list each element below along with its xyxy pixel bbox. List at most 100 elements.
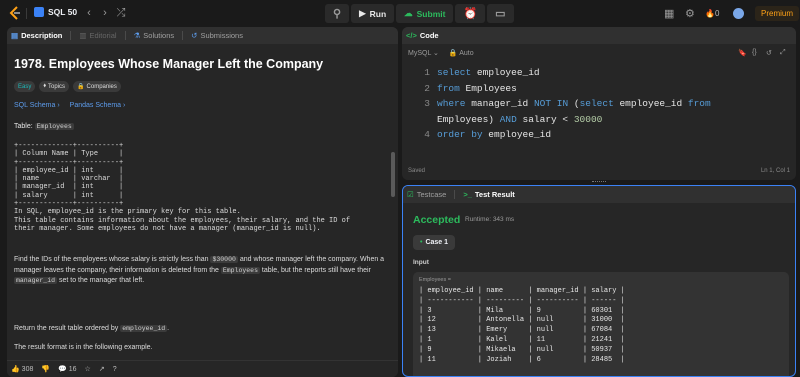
bug-icon: ⚲	[333, 8, 342, 20]
checkbox-icon: ☑	[407, 190, 414, 199]
braces-icon[interactable]: {}	[752, 49, 757, 56]
like-count: 308	[21, 366, 34, 373]
tag-icon: ⬧	[43, 83, 47, 89]
tab-submissions-label: Submissions	[200, 31, 243, 40]
tab-testcase[interactable]: ☑ Testcase	[407, 190, 446, 199]
sql-schema-label: SQL Schema	[14, 102, 56, 109]
premium-button[interactable]: Premium	[755, 6, 800, 21]
editorial-icon: ▥	[79, 31, 87, 40]
scrollbar[interactable]	[391, 152, 395, 197]
pandas-schema-link[interactable]: Pandas Schema ›	[70, 102, 126, 109]
text: Find the IDs of the employees whose sala…	[14, 256, 211, 263]
companies-label: Companies	[86, 83, 117, 90]
prev-problem-icon[interactable]: ‹	[82, 6, 96, 20]
description-footer: 👍 308 👎 💬 16 ☆ ↗ ?	[7, 360, 398, 377]
description-icon: ▤	[11, 31, 19, 40]
text: set to the manager that left.	[57, 277, 145, 284]
fullscreen-icon[interactable]: ⤢	[780, 49, 786, 57]
lock-icon: 🔒	[448, 49, 458, 57]
chevron-right-icon: ›	[123, 102, 126, 109]
tab-code[interactable]: </> Code	[406, 31, 439, 40]
avatar[interactable]	[733, 8, 744, 19]
notes-button[interactable]: ▭	[487, 4, 514, 23]
streak-counter[interactable]: 🔥 0	[705, 5, 719, 21]
lock-icon: 🔒	[77, 84, 85, 90]
sql-schema-link[interactable]: SQL Schema ›	[14, 102, 60, 109]
editor-toolbar: MySQL ⌄ 🔒 Auto 🔖 {} ↺ ⤢	[402, 44, 796, 61]
comment-count: 16	[68, 366, 77, 373]
layout-grid-icon[interactable]: ▦	[664, 5, 674, 21]
run-label: Run	[369, 8, 387, 19]
code-line: select employee_id	[437, 67, 540, 78]
next-problem-icon[interactable]: ›	[98, 6, 112, 20]
debug-button[interactable]: ⚲	[325, 4, 350, 23]
text: table, but the reports still have their	[259, 266, 371, 274]
inline-code: $30000	[210, 256, 238, 263]
editor-status: Saved Ln 1, Col 1	[408, 168, 790, 174]
code-panel: </> Code MySQL ⌄ 🔒 Auto 🔖 {} ↺ ⤢ 1 2 3 4 …	[402, 27, 796, 180]
schema-links: SQL Schema › Pandas Schema ›	[14, 102, 125, 109]
tab-solutions-label: Solutions	[143, 31, 175, 40]
line-number: 4	[424, 129, 430, 140]
case-label: Case 1	[425, 239, 449, 246]
tab-submissions[interactable]: ↺ Submissions	[191, 31, 243, 40]
submit-button[interactable]: ☁ Submit	[396, 4, 454, 23]
description-panel: ▤ Description ▥ Editorial ⚗ Solutions ↺ Subm…	[7, 27, 398, 377]
input-label: Input	[413, 259, 429, 266]
line-number: 3	[424, 98, 430, 109]
schema-block: +-------------+----------+ | Column Name…	[14, 142, 351, 233]
tab-test-result-label: Test Result	[474, 190, 515, 199]
input-name: Employees =	[419, 277, 451, 283]
like-button[interactable]: 👍 308	[11, 365, 33, 373]
shuffle-icon[interactable]: ⤮	[114, 6, 128, 20]
run-button[interactable]: ▶ Run	[351, 4, 395, 23]
case-1-button[interactable]: • Case 1	[413, 235, 456, 250]
topics-chip[interactable]: ⬧ Topics	[39, 81, 70, 92]
divider	[124, 31, 126, 40]
line-number: 2	[424, 82, 430, 94]
tab-test-result[interactable]: >_ Test Result	[463, 190, 514, 199]
result-panel: ☑ Testcase >_ Test Result Accepted Runtime…	[402, 185, 796, 377]
streak-value: 0	[714, 8, 720, 18]
input-table: | employee_id | name | manager_id | sala…	[419, 287, 625, 364]
input-box: Employees = | employee_id | name | manag…	[413, 272, 789, 376]
problem-chips: Easy ⬧ Topics 🔒 Companies	[14, 81, 121, 92]
divider	[70, 31, 72, 40]
history-icon: ↺	[191, 31, 198, 40]
language-select[interactable]: MySQL ⌄	[408, 49, 439, 57]
tab-solutions[interactable]: ⚗ Solutions	[134, 31, 175, 40]
table-name-code: Employees	[34, 123, 74, 130]
settings-gear-icon[interactable]: ⚙	[685, 5, 695, 21]
share-icon[interactable]: ↗	[99, 365, 105, 373]
companies-chip[interactable]: 🔒 Companies	[73, 81, 121, 92]
reset-icon[interactable]: ↺	[766, 49, 772, 57]
panel-resize-handle[interactable]	[592, 181, 606, 184]
problem-title: 1978. Employees Whose Manager Left the C…	[14, 57, 324, 71]
bookmark-icon[interactable]: 🔖	[738, 49, 747, 57]
problem-list-label: SQL 50	[48, 7, 78, 17]
note-icon: ▭	[495, 8, 506, 20]
description-paragraph: Find the IDs of the employees whose sala…	[14, 255, 389, 287]
pandas-schema-label: Pandas Schema	[69, 102, 122, 109]
comments-button[interactable]: 💬 16	[58, 365, 76, 373]
inline-code: employee_id	[120, 325, 168, 332]
inline-code: Employees	[220, 266, 260, 274]
saved-status: Saved	[408, 168, 426, 174]
help-icon[interactable]: ?	[113, 366, 117, 373]
problem-list-button[interactable]: SQL 50	[34, 7, 77, 17]
tab-description[interactable]: ▤ Description	[11, 31, 62, 40]
order-paragraph: Return the result table ordered by emplo…	[14, 324, 389, 335]
timer-button[interactable]: ⏰	[455, 4, 486, 23]
topics-label: Topics	[48, 83, 66, 90]
chevron-down-icon: ⌄	[433, 49, 439, 57]
tab-editorial[interactable]: ▥ Editorial	[79, 31, 116, 40]
divider	[182, 31, 184, 40]
code-tabs: </> Code	[402, 27, 796, 44]
code-icon: </>	[406, 31, 417, 40]
star-icon[interactable]: ☆	[85, 365, 91, 373]
result-tabs: ☑ Testcase >_ Test Result	[403, 186, 795, 203]
auto-toggle[interactable]: 🔒 Auto	[449, 49, 474, 57]
dislike-icon[interactable]: 👎	[41, 365, 50, 373]
cloud-upload-icon: ☁	[404, 8, 413, 18]
leetcode-logo-icon[interactable]	[8, 6, 22, 20]
